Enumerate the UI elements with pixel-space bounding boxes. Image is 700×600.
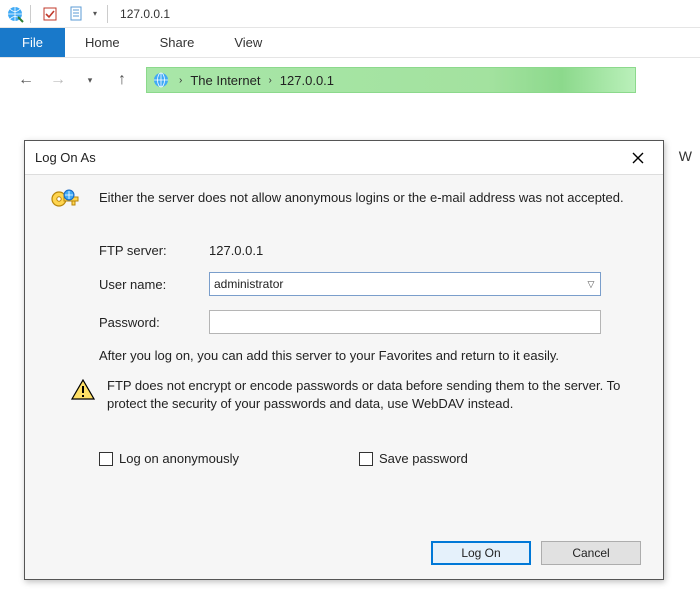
dialog-message: Either the server does not allow anonymo… [99,187,624,207]
anonymous-checkbox[interactable]: Log on anonymously [99,451,239,466]
nav-forward-button[interactable]: → [46,68,70,92]
checkbox-icon [99,452,113,466]
nav-recent-dropdown[interactable]: ▾ [78,68,102,92]
keys-icon [47,187,83,223]
tab-file[interactable]: File [0,28,65,57]
save-password-label: Save password [379,451,468,466]
logon-button[interactable]: Log On [431,541,531,565]
partial-letter: W [679,148,692,164]
username-value: administrator [214,277,283,291]
separator [107,5,108,23]
qat-dropdown-icon[interactable]: ▾ [93,9,97,18]
ribbon-tabs: File Home Share View [0,28,700,58]
username-combobox[interactable]: administrator ▽ [209,272,601,296]
logon-dialog: Log On As Either the server does not all… [24,140,664,580]
dialog-title: Log On As [35,150,96,165]
close-button[interactable] [623,146,653,170]
app-icon [4,3,26,25]
dialog-body: Either the server does not allow anonymo… [25,175,663,579]
ftp-server-value: 127.0.0.1 [209,243,263,258]
username-label: User name: [99,277,209,292]
dialog-titlebar: Log On As [25,141,663,175]
window-title: 127.0.0.1 [120,7,170,21]
anonymous-label: Log on anonymously [119,451,239,466]
cancel-button[interactable]: Cancel [541,541,641,565]
tab-view[interactable]: View [214,28,282,57]
after-logon-message: After you log on, you can add this serve… [99,348,641,363]
tab-home[interactable]: Home [65,28,140,57]
navigation-row: ← → ▾ ↑ › The Internet › 127.0.0.1 [0,58,700,102]
warning-icon [71,379,95,401]
password-label: Password: [99,315,209,330]
ftp-server-label: FTP server: [99,243,209,258]
breadcrumb-leaf[interactable]: 127.0.0.1 [276,73,338,88]
password-input[interactable] [209,310,601,334]
chevron-right-icon: › [175,75,186,86]
window-titlebar: ▾ 127.0.0.1 [0,0,700,28]
separator [30,5,31,23]
chevron-right-icon: › [264,75,275,86]
save-password-checkbox[interactable]: Save password [359,451,468,466]
chevron-down-icon[interactable]: ▽ [582,279,600,290]
qat-properties-icon[interactable] [65,3,87,25]
internet-icon [151,70,171,90]
nav-back-button[interactable]: ← [14,68,38,92]
warning-message: FTP does not encrypt or encode passwords… [107,377,627,413]
nav-up-button[interactable]: ↑ [110,68,134,92]
tab-share[interactable]: Share [140,28,215,57]
qat-checkbox-icon[interactable] [39,3,61,25]
address-bar[interactable]: › The Internet › 127.0.0.1 [146,67,636,93]
checkbox-icon [359,452,373,466]
breadcrumb-root[interactable]: The Internet [186,73,264,88]
